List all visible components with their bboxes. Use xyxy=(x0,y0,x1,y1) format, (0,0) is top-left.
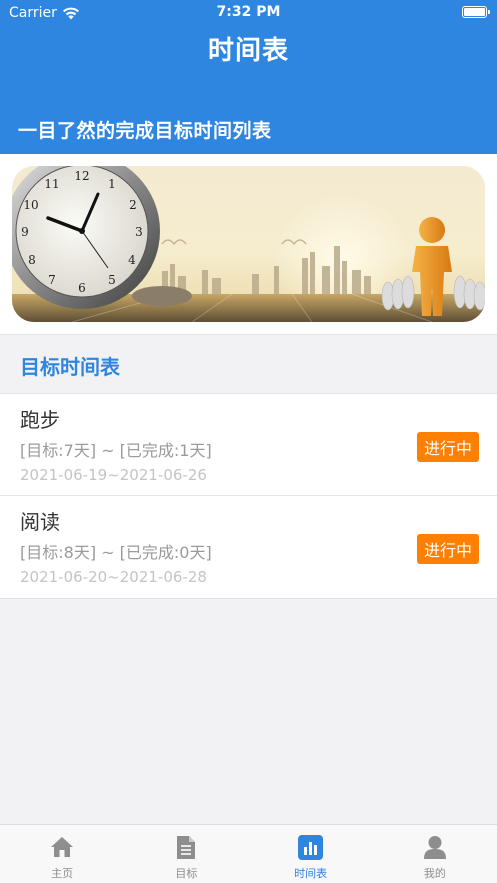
tab-label: 时间表 xyxy=(294,867,328,880)
tab-home[interactable]: 主页 xyxy=(0,825,124,883)
goal-progress: [目标:8天] ~ [已完成:0天] xyxy=(20,543,212,562)
tab-label: 目标 xyxy=(175,867,198,880)
tab-schedule[interactable]: 时间表 xyxy=(249,825,373,883)
tab-profile[interactable]: 我的 xyxy=(373,825,497,883)
clock: 7:32 PM xyxy=(216,4,281,20)
section-header: 目标时间表 xyxy=(0,334,497,394)
svg-text:9: 9 xyxy=(21,225,29,239)
page-subtitle: 一目了然的完成目标时间列表 xyxy=(18,120,272,142)
goal-name: 阅读 xyxy=(20,510,60,534)
section-title: 目标时间表 xyxy=(20,355,120,379)
banner-image: 12 1 2 3 4 5 6 7 8 9 10 11 xyxy=(12,166,485,322)
goal-name: 跑步 xyxy=(20,408,60,432)
tab-label: 主页 xyxy=(51,867,74,880)
status-badge: 进行中 xyxy=(416,432,479,462)
svg-text:3: 3 xyxy=(135,225,143,239)
svg-text:8: 8 xyxy=(28,253,36,267)
svg-text:7: 7 xyxy=(48,273,56,287)
goal-dates: 2021-06-20~2021-06-28 xyxy=(20,568,207,586)
list-item[interactable]: 跑步 [目标:7天] ~ [已完成:1天] 2021-06-19~2021-06… xyxy=(0,394,497,496)
svg-text:1: 1 xyxy=(108,177,116,191)
svg-text:11: 11 xyxy=(44,177,59,191)
svg-text:2: 2 xyxy=(129,198,137,212)
person-icon xyxy=(422,834,448,860)
svg-text:12: 12 xyxy=(74,169,89,183)
chart-icon xyxy=(298,834,324,860)
battery-icon xyxy=(462,6,490,18)
goal-dates: 2021-06-19~2021-06-26 xyxy=(20,466,207,484)
list-item[interactable]: 阅读 [目标:8天] ~ [已完成:0天] 2021-06-20~2021-06… xyxy=(0,496,497,598)
goal-list: 跑步 [目标:7天] ~ [已完成:1天] 2021-06-19~2021-06… xyxy=(0,394,497,599)
svg-text:4: 4 xyxy=(128,253,136,267)
header: Carrier 7:32 PM 时间表 一目了然的完成目标时间列表 xyxy=(0,0,497,154)
banner-section: 12 1 2 3 4 5 6 7 8 9 10 11 xyxy=(0,154,497,334)
tab-goals[interactable]: 目标 xyxy=(124,825,248,883)
goal-progress: [目标:7天] ~ [已完成:1天] xyxy=(20,441,212,460)
svg-text:10: 10 xyxy=(23,198,38,212)
document-icon xyxy=(173,834,199,860)
home-icon xyxy=(49,834,75,860)
svg-text:5: 5 xyxy=(108,273,116,287)
svg-text:6: 6 xyxy=(78,281,86,295)
status-bar: Carrier 7:32 PM xyxy=(0,0,497,26)
status-badge: 进行中 xyxy=(416,534,479,564)
page-title: 时间表 xyxy=(207,36,289,66)
tab-label: 我的 xyxy=(423,867,446,880)
tab-bar: 主页 目标 时间表 我的 xyxy=(0,824,497,883)
